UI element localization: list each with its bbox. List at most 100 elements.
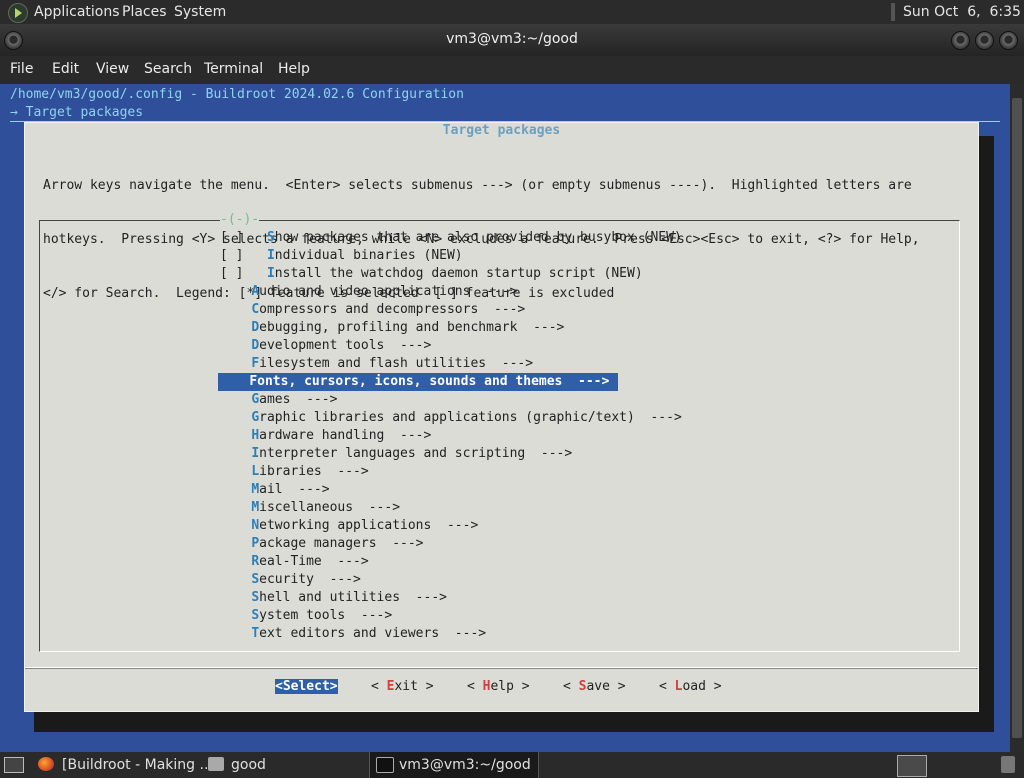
menu-terminal[interactable]: Terminal [204,61,263,77]
menu-item-prefix [220,500,251,515]
menu-item[interactable]: Development tools ---> [220,337,431,355]
menu-item-label: udio and video applications ---> [259,284,518,299]
task-buildroot[interactable]: [Buildroot - Making ... [30,752,213,778]
task-good-folder[interactable]: good [200,752,365,778]
menu-item[interactable]: Mail ---> [220,481,329,499]
menu-item-label: iscellaneous ---> [259,500,401,515]
menu-item[interactable]: [ ] Individual binaries (NEW) [220,247,463,265]
menu-item-prefix [220,428,251,443]
menu-item-prefix [220,284,251,299]
menu-item-hotkey: T [251,626,260,641]
menu-item[interactable]: Real-Time ---> [220,553,368,571]
maximize-icon[interactable] [975,31,994,50]
menu-places[interactable]: Places [122,4,167,20]
menu-item-prefix [220,518,251,533]
exit-button[interactable]: < Exit > [371,679,434,694]
menuconfig-dialog: Target packages Arrow keys navigate the … [24,122,979,712]
menu-item-label: ystem tools ---> [259,608,393,623]
menu-search[interactable]: Search [144,61,192,77]
menu-item-prefix [220,356,251,371]
menu-item-label: how packages that are also provided by b… [274,230,682,245]
menu-system[interactable]: System [174,4,226,20]
menu-item[interactable]: Interpreter languages and scripting ---> [220,445,572,463]
menu-item[interactable]: Package managers ---> [220,535,423,553]
menu-item[interactable]: Graphic libraries and applications (grap… [220,409,681,427]
workspace-switcher[interactable] [897,755,927,777]
terminal-scrollbar[interactable] [1010,84,1024,752]
menu-item-prefix [220,626,251,641]
menu-item[interactable]: Compressors and decompressors ---> [220,301,525,319]
menu-item[interactable]: Miscellaneous ---> [220,499,400,517]
scrollbar-thumb[interactable] [1012,98,1022,738]
menu-item[interactable]: Games ---> [220,391,337,409]
menu-item[interactable]: Text editors and viewers ---> [220,625,486,643]
menu-item-label: nterpreter languages and scripting ---> [259,446,573,461]
menu-item[interactable]: Hardware handling ---> [220,427,431,445]
clock[interactable]: Sun Oct 6, 6:35 PM [903,4,1024,20]
applications-icon[interactable] [8,3,28,23]
menu-item[interactable]: System tools ---> [220,607,392,625]
menu-item-prefix [220,482,251,497]
button-rest: xit [394,679,418,694]
minimize-icon[interactable] [951,31,970,50]
help-line: Arrow keys navigate the menu. <Enter> se… [43,178,912,193]
menu-edit[interactable]: Edit [52,61,79,77]
menu-item[interactable]: Audio and video applications ---> [220,283,517,301]
close-icon[interactable] [999,31,1018,50]
menu-item-prefix: [ ] [220,230,267,245]
menu-item-prefix: [ ] [220,248,267,263]
menu-item[interactable]: [ ] Install the watchdog daemon startup … [220,265,643,283]
trash-icon[interactable] [1001,756,1015,773]
save-button[interactable]: < Save > [563,679,626,694]
menu-item-prefix [220,338,251,353]
task-terminal[interactable]: vm3@vm3:~/good [369,752,539,778]
menu-help[interactable]: Help [278,61,310,77]
menu-item[interactable]: Fonts, cursors, icons, sounds and themes… [218,373,618,391]
menu-item[interactable]: [ ] Show packages that are also provided… [220,229,682,247]
select-button[interactable]: <Select> [275,679,338,694]
menu-item[interactable]: Debugging, profiling and benchmark ---> [220,319,564,337]
menu-item[interactable]: Security ---> [220,571,361,589]
button-rest: oad [682,679,706,694]
menu-item-hotkey: M [251,500,260,515]
firefox-icon [38,757,54,771]
menu-item[interactable]: Filesystem and flash utilities ---> [220,355,533,373]
menu-file[interactable]: File [10,61,33,77]
help-button[interactable]: < Help > [467,679,530,694]
menu-applications[interactable]: Applications [34,4,120,20]
menubar: File Edit View Search Terminal Help [0,56,1024,84]
menu-item-hotkey: G [251,392,260,407]
menu-view[interactable]: View [96,61,129,77]
button-divider-shadow [25,668,978,669]
button-open: < [467,679,483,694]
folder-icon [208,757,224,771]
button-hotkey: S [282,679,291,694]
menu-item-prefix [220,446,251,461]
menu-item-hotkey: I [266,266,275,281]
menu-item[interactable]: Networking applications ---> [220,517,478,535]
menu-item-label: ebugging, profiling and benchmark ---> [259,320,565,335]
terminal-view[interactable]: /home/vm3/good/.config - Buildroot 2024.… [0,84,1010,752]
menu-item[interactable]: Libraries ---> [220,463,368,481]
menu-item-hotkey: H [251,428,260,443]
load-button[interactable]: < Load > [659,679,722,694]
button-close: > [609,679,626,694]
button-rest: elect [290,679,330,694]
panel-separator [891,3,895,21]
menu-item-prefix [220,572,251,587]
menu-item-label: onts, cursors, icons, sounds and themes … [257,374,610,389]
menu-item-hotkey: L [251,464,260,479]
window-titlebar[interactable]: vm3@vm3:~/good [0,24,1024,56]
task-label: good [231,757,266,773]
menu-item-hotkey: R [251,554,260,569]
menu-item-label: ompressors and decompressors ---> [259,302,526,317]
menu-item-label: ilesystem and flash utilities ---> [259,356,534,371]
show-desktop-icon[interactable] [4,757,24,773]
menu-item-hotkey: F [249,374,258,389]
menu-item-prefix [220,302,251,317]
menu-item-label: ecurity ---> [259,572,361,587]
menu-item-label: etworking applications ---> [259,518,479,533]
dialog-title-bar: Target packages [25,123,978,138]
menu-item-hotkey: A [251,284,260,299]
menu-item[interactable]: Shell and utilities ---> [220,589,447,607]
